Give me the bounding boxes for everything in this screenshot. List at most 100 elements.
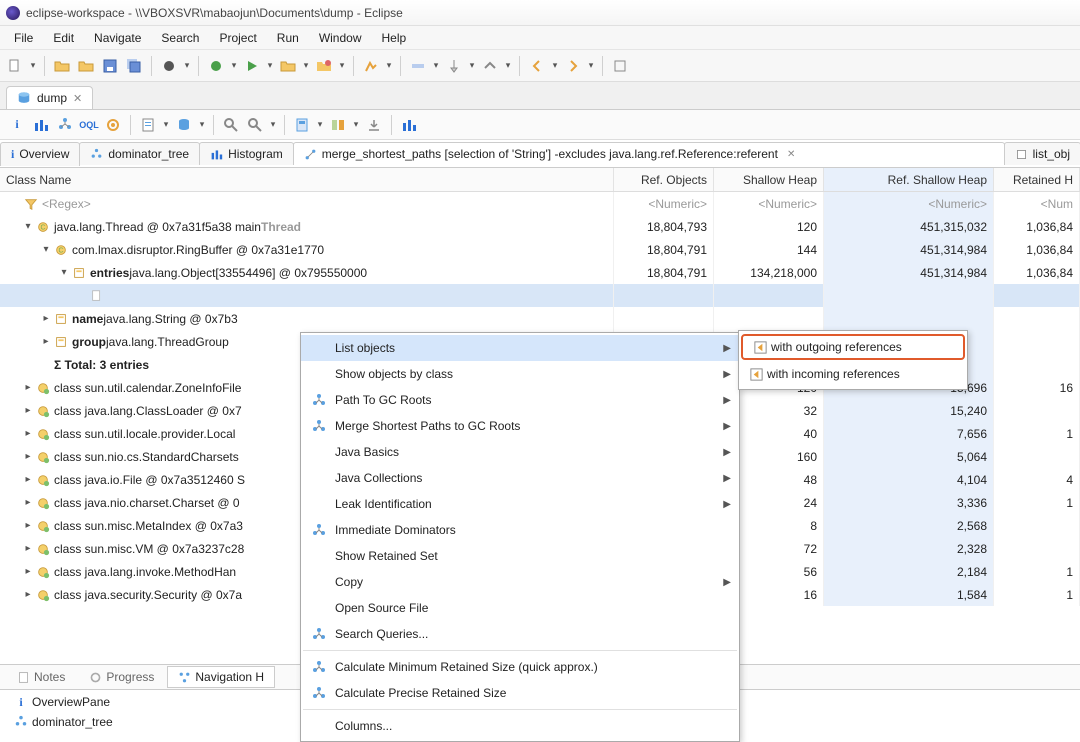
submenu-item[interactable]: with outgoing references [741,334,965,360]
ctx-item[interactable]: Show objects by class▶ [301,361,739,387]
col-retained-heap[interactable]: Retained H [994,168,1080,191]
query-icon[interactable] [173,114,195,136]
menu-help[interactable]: Help [372,28,417,48]
expander-icon[interactable] [22,405,34,417]
expander-icon[interactable] [40,359,52,371]
expander-icon[interactable] [22,474,34,486]
expander-icon[interactable] [22,428,34,440]
expander-icon[interactable] [40,313,52,325]
coverage-button[interactable] [277,55,299,77]
calc-icon[interactable] [291,114,313,136]
dominator-icon[interactable] [54,114,76,136]
ctx-item[interactable]: Open Source File [301,595,739,621]
ctx-item[interactable]: Java Basics▶ [301,439,739,465]
expander-icon[interactable] [76,290,88,302]
search-button[interactable] [360,55,382,77]
tab-progress[interactable]: Progress [78,666,165,688]
save-all-button[interactable] [123,55,145,77]
menu-edit[interactable]: Edit [43,28,84,48]
filter-numeric[interactable]: <Num [1041,197,1073,211]
ctx-item[interactable]: Copy▶ [301,569,739,595]
tab-list-obj[interactable]: list_obj [1004,142,1080,165]
close-tab-icon[interactable]: ✕ [787,149,795,160]
table-row[interactable]: name java.lang.String @ 0x7b3 [0,307,1080,330]
expander-icon[interactable] [40,336,52,348]
expander-icon[interactable] [22,566,34,578]
expander-icon[interactable] [40,244,52,256]
ctx-item[interactable]: Leak Identification▶ [301,491,739,517]
filter-numeric[interactable]: <Numeric> [758,197,817,211]
tab-overview[interactable]: i Overview [0,142,80,166]
table-row[interactable]: C com.lmax.disruptor.RingBuffer @ 0x7a31… [0,238,1080,261]
expander-icon[interactable] [22,589,34,601]
table-row[interactable] [0,284,1080,307]
ctx-item[interactable]: Merge Shortest Paths to GC Roots▶ [301,413,739,439]
new-button[interactable] [4,55,26,77]
export-icon[interactable] [363,114,385,136]
ctx-item[interactable]: List objects▶ [301,335,739,361]
menu-navigate[interactable]: Navigate [84,28,151,48]
compare-icon[interactable] [327,114,349,136]
expander-icon[interactable] [22,497,34,509]
tab-navigation-history[interactable]: Navigation H [167,666,275,688]
ctx-item[interactable]: Immediate Dominators [301,517,739,543]
submenu-item[interactable]: with incoming references [739,361,967,387]
menu-project[interactable]: Project [209,28,266,48]
expander-icon[interactable] [22,382,34,394]
open-folder-button[interactable] [51,55,73,77]
ctx-item[interactable]: Java Collections▶ [301,465,739,491]
table-row[interactable]: entries java.lang.Object[33554496] @ 0x7… [0,261,1080,284]
col-ref-shallow-heap[interactable]: Ref. Shallow Heap [824,168,994,191]
oql-icon[interactable]: OQL [78,114,100,136]
tab-histogram[interactable]: Histogram [199,142,294,165]
report-icon[interactable] [137,114,159,136]
filter-numeric[interactable]: <Numeric> [648,197,707,211]
save-button[interactable] [99,55,121,77]
expander-icon[interactable] [22,451,34,463]
expander-icon[interactable] [22,221,34,233]
ctx-item[interactable]: Calculate Minimum Retained Size (quick a… [301,654,739,680]
col-ref-objects[interactable]: Ref. Objects [614,168,714,191]
ext-tools-button[interactable] [313,55,335,77]
info-icon[interactable]: i [6,114,28,136]
filter-regex[interactable]: <Regex> [0,192,614,215]
expander-icon[interactable] [22,520,34,532]
expander-icon[interactable] [22,543,34,555]
ctx-item[interactable]: Path To GC Roots▶ [301,387,739,413]
find2-icon[interactable] [244,114,266,136]
tab-merge-shortest-paths[interactable]: merge_shortest_paths [selection of 'Stri… [293,142,1005,165]
tab-notes[interactable]: Notes [6,666,76,688]
ctx-item[interactable]: Columns... [301,713,739,739]
filter-numeric[interactable]: <Numeric> [928,197,987,211]
ctx-item[interactable]: Search Queries... [301,621,739,647]
editor-tab-dump[interactable]: dump ✕ [6,86,93,109]
histogram-icon[interactable] [30,114,52,136]
thread-icon[interactable] [102,114,124,136]
menu-file[interactable]: File [4,28,43,48]
menu-run[interactable]: Run [267,28,309,48]
run-button[interactable] [241,55,263,77]
col-class-name[interactable]: Class Name [0,168,614,191]
col-shallow-heap[interactable]: Shallow Heap [714,168,824,191]
debug-button[interactable] [205,55,227,77]
table-row[interactable]: Cjava.lang.Thread @ 0x7a31f5a38 main Thr… [0,215,1080,238]
cell-ret: 1,036,84 [994,261,1080,284]
find-icon[interactable] [220,114,242,136]
menu-window[interactable]: Window [309,28,372,48]
nav-up-button[interactable] [479,55,501,77]
open-folder2-button[interactable] [75,55,97,77]
new-dropdown[interactable]: ▾ [28,60,38,71]
ctx-item[interactable]: Calculate Precise Retained Size [301,680,739,706]
toggle-button[interactable] [407,55,429,77]
expander-icon[interactable] [58,267,70,279]
histogram2-icon[interactable] [398,114,420,136]
menu-search[interactable]: Search [151,28,209,48]
skip-breakpoints-button[interactable] [158,55,180,77]
forward-button[interactable] [562,55,584,77]
close-editor-icon[interactable]: ✕ [73,92,82,105]
ctx-item[interactable]: Show Retained Set [301,543,739,569]
tab-dominator-tree[interactable]: dominator_tree [79,142,200,165]
collapse-button[interactable] [609,55,631,77]
back-button[interactable] [526,55,548,77]
pin-button[interactable] [443,55,465,77]
